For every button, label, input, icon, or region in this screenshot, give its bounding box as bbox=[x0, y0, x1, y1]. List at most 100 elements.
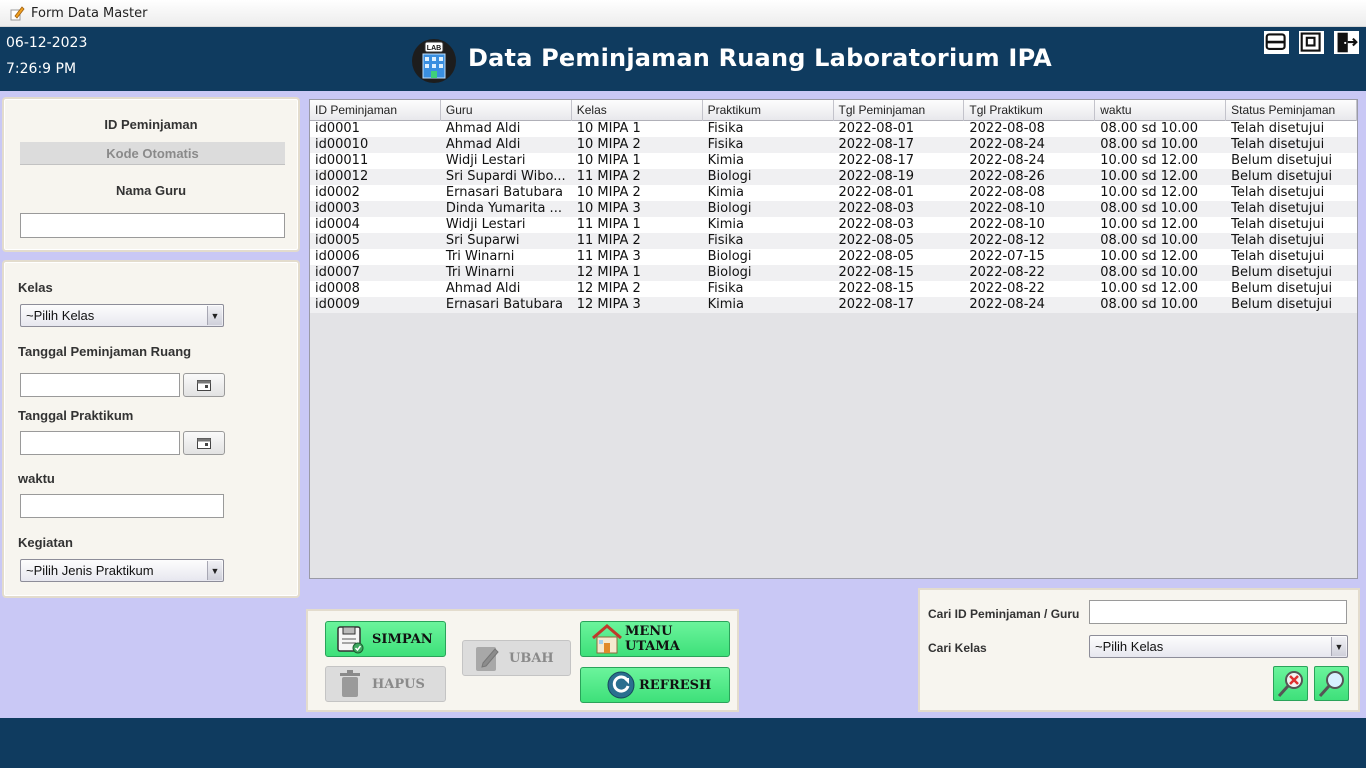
table-cell: Telah disetujui bbox=[1231, 233, 1325, 248]
nama-guru-input[interactable] bbox=[20, 213, 285, 238]
calendar-icon bbox=[197, 379, 211, 391]
column-header[interactable]: waktu bbox=[1095, 100, 1227, 121]
table-cell: Telah disetujui bbox=[1231, 217, 1325, 232]
table-cell: Biologi bbox=[707, 201, 752, 216]
simpan-button[interactable]: SIMPAN bbox=[325, 621, 446, 657]
tgl-praktikum-input[interactable] bbox=[20, 431, 180, 455]
table-cell: 12 MIPA 1 bbox=[576, 265, 641, 280]
tgl-peminjaman-label: Tanggal Peminjaman Ruang bbox=[18, 344, 192, 359]
cari-kelas-label: Cari Kelas bbox=[928, 641, 987, 655]
kegiatan-select-value: ~Pilih Jenis Praktikum bbox=[26, 563, 154, 578]
table-row[interactable]: id00011 Widji Lestari 10 MIPA 1 Kimia 2022-0… bbox=[310, 153, 1357, 169]
column-header[interactable]: Tgl Praktikum bbox=[964, 100, 1096, 121]
chevron-down-icon: ▼ bbox=[207, 306, 222, 325]
table-row[interactable]: id00010 Ahmad Aldi 10 MIPA 2 Fisika 2022-08-… bbox=[310, 137, 1357, 153]
exit-button[interactable] bbox=[1332, 29, 1361, 56]
column-header[interactable]: Praktikum bbox=[703, 100, 834, 121]
table-cell: Sri Supardi Wibo... bbox=[445, 169, 566, 184]
table-cell: Ahmad Aldi bbox=[445, 121, 521, 136]
table-cell: Sri Suparwi bbox=[445, 233, 520, 248]
cari-kelas-select[interactable]: ~Pilih Kelas ▼ bbox=[1089, 635, 1348, 658]
table-row[interactable]: id0008 Ahmad Aldi 12 MIPA 2 Fisika 2022-08-1… bbox=[310, 281, 1357, 297]
table-cell: Telah disetujui bbox=[1231, 201, 1325, 216]
table-cell: 11 MIPA 2 bbox=[576, 169, 641, 184]
save-icon bbox=[334, 624, 366, 654]
table-cell: Belum disetujui bbox=[1231, 297, 1333, 312]
table-row[interactable]: id0001 Ahmad Aldi 10 MIPA 1 Fisika 2022-08-0… bbox=[310, 121, 1357, 137]
kelas-select[interactable]: ~Pilih Kelas ▼ bbox=[20, 304, 224, 327]
current-time: 7:26:9 PM bbox=[6, 61, 77, 77]
tgl-praktikum-label: Tanggal Praktikum bbox=[18, 408, 134, 423]
table-cell: 2022-08-22 bbox=[969, 265, 1045, 280]
column-header[interactable]: ID Peminjaman bbox=[310, 100, 441, 121]
ubah-button[interactable]: UBAH bbox=[462, 640, 571, 676]
table-row[interactable]: id0002 Ernasari Batubara 10 MIPA 2 Kimia 202… bbox=[310, 185, 1357, 201]
peminjaman-table[interactable]: ID Peminjaman Guru Kelas Praktikum Tgl Pemin… bbox=[309, 99, 1358, 579]
table-cell: 2022-08-26 bbox=[969, 169, 1045, 184]
table-row[interactable]: id0007 Tri Winarni 12 MIPA 1 Biologi 2022-08… bbox=[310, 265, 1357, 281]
cari-id-guru-input[interactable] bbox=[1089, 600, 1347, 624]
tgl-peminjaman-calendar-button[interactable] bbox=[183, 373, 225, 397]
waktu-input[interactable] bbox=[20, 494, 224, 518]
table-cell: Widji Lestari bbox=[445, 217, 526, 232]
table-cell: Kimia bbox=[707, 217, 745, 232]
table-cell: 08.00 sd 10.00 bbox=[1100, 137, 1198, 152]
window-title: Form Data Master bbox=[31, 5, 148, 21]
column-header[interactable]: Tgl Peminjaman bbox=[834, 100, 965, 121]
exit-icon bbox=[1337, 32, 1358, 53]
table-cell: Biologi bbox=[707, 169, 752, 184]
table-cell: 10.00 sd 12.00 bbox=[1100, 185, 1198, 200]
maximize-button[interactable] bbox=[1297, 29, 1326, 56]
tgl-praktikum-calendar-button[interactable] bbox=[183, 431, 225, 455]
window-titlebar: Form Data Master bbox=[0, 0, 1366, 27]
search-button[interactable] bbox=[1314, 666, 1349, 701]
page-title: Data Peminjaman Ruang Laboratorium IPA bbox=[468, 44, 1052, 72]
table-cell: Widji Lestari bbox=[445, 153, 526, 168]
minimize-button[interactable] bbox=[1262, 29, 1291, 56]
pencil-app-icon bbox=[10, 6, 25, 21]
table-cell: 2022-08-08 bbox=[969, 121, 1045, 136]
column-header[interactable]: Kelas bbox=[572, 100, 703, 121]
menu-utama-button[interactable]: MENU UTAMA bbox=[580, 621, 730, 657]
table-cell: id0009 bbox=[315, 297, 360, 312]
table-cell: Telah disetujui bbox=[1231, 249, 1325, 264]
simpan-label: SIMPAN bbox=[372, 631, 433, 647]
table-cell: 10.00 sd 12.00 bbox=[1100, 281, 1198, 296]
nama-guru-label: Nama Guru bbox=[115, 183, 187, 198]
table-cell: 12 MIPA 2 bbox=[576, 281, 641, 296]
table-cell: id00012 bbox=[315, 169, 369, 184]
table-cell: 2022-08-03 bbox=[838, 217, 915, 232]
table-cell: Fisika bbox=[707, 137, 744, 152]
footer-bar bbox=[0, 718, 1366, 768]
table-cell: Ahmad Aldi bbox=[445, 281, 521, 296]
table-row[interactable]: id0003 Dinda Yumarita ... 10 MIPA 3 Biologi… bbox=[310, 201, 1357, 217]
hapus-button[interactable]: HAPUS bbox=[325, 666, 446, 702]
table-cell: 12 MIPA 3 bbox=[576, 297, 641, 312]
table-cell: Belum disetujui bbox=[1231, 281, 1333, 296]
table-row[interactable]: id0005 Sri Suparwi 11 MIPA 2 Fisika 2022-08-… bbox=[310, 233, 1357, 249]
table-cell: 10.00 sd 12.00 bbox=[1100, 217, 1198, 232]
table-cell: Telah disetujui bbox=[1231, 137, 1325, 152]
table-row[interactable]: id0006 Tri Winarni 11 MIPA 3 Biologi 2022-08… bbox=[310, 249, 1357, 265]
table-cell: 10 MIPA 2 bbox=[576, 137, 641, 152]
refresh-button[interactable]: REFRESH bbox=[580, 667, 730, 703]
table-row[interactable]: id00012 Sri Supardi Wibo... 11 MIPA 2 Biolo… bbox=[310, 169, 1357, 185]
table-cell: 10 MIPA 3 bbox=[576, 201, 641, 216]
column-header[interactable]: Guru bbox=[441, 100, 572, 121]
tgl-peminjaman-input[interactable] bbox=[20, 373, 180, 397]
refresh-label: REFRESH bbox=[639, 677, 712, 693]
kegiatan-label: Kegiatan bbox=[18, 535, 73, 550]
column-header[interactable]: Status Peminjaman bbox=[1226, 100, 1357, 121]
clear-search-button[interactable] bbox=[1273, 666, 1308, 701]
table-row[interactable]: id0009 Ernasari Batubara 12 MIPA 3 Kimia 202… bbox=[310, 297, 1357, 313]
table-cell: 2022-08-17 bbox=[838, 297, 915, 312]
id-peminjaman-label: ID Peminjaman bbox=[104, 117, 198, 132]
table-row[interactable]: id0004 Widji Lestari 11 MIPA 1 Kimia 2022-08… bbox=[310, 217, 1357, 233]
menu-utama-label: MENU UTAMA bbox=[625, 624, 680, 654]
table-cell: Fisika bbox=[707, 121, 744, 136]
table-cell: Kimia bbox=[707, 185, 745, 200]
header-bar: 06-12-2023 7:26:9 PM LAB Data Peminjaman… bbox=[0, 27, 1366, 91]
table-cell: 11 MIPA 3 bbox=[576, 249, 641, 264]
kegiatan-select[interactable]: ~Pilih Jenis Praktikum ▼ bbox=[20, 559, 224, 582]
clear-search-icon bbox=[1277, 670, 1303, 697]
